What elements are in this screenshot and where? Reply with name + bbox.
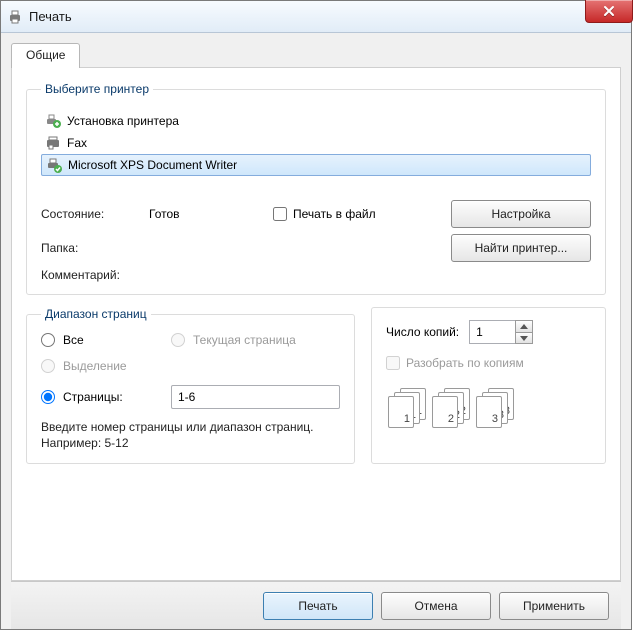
page-stack-icon: 3 3 3 (476, 388, 514, 430)
page-stack-icon: 2 2 2 (432, 388, 470, 430)
print-dialog: Печать Общие Выберите принтер Установка … (0, 0, 632, 630)
printer-item-label: Fax (67, 136, 87, 150)
printer-group-legend: Выберите принтер (41, 82, 153, 96)
dialog-body: Общие Выберите принтер Установка принтер… (1, 33, 631, 629)
print-to-file-label: Печать в файл (293, 207, 376, 221)
range-all-radio[interactable] (41, 333, 55, 347)
printer-item-add[interactable]: Установка принтера (41, 110, 591, 132)
range-selection-radio (41, 359, 55, 373)
printer-item-label: Microsoft XPS Document Writer (68, 158, 237, 172)
printer-icon (7, 9, 23, 25)
page-range-group: Диапазон страниц Все Текущая страница (26, 307, 355, 464)
copies-input[interactable] (469, 320, 515, 344)
printer-ok-icon (46, 157, 62, 173)
fax-icon (45, 135, 61, 151)
copies-spinner[interactable] (469, 320, 533, 344)
status-value: Готов (149, 207, 265, 221)
pages-input[interactable] (171, 385, 340, 409)
printer-item-fax[interactable]: Fax (41, 132, 591, 154)
cancel-button[interactable]: Отмена (381, 592, 491, 620)
range-pages-label: Страницы: (63, 390, 123, 404)
range-pages-radio[interactable] (41, 390, 55, 404)
tabpanel-general: Выберите принтер Установка принтера Fax (11, 67, 621, 581)
print-to-file-input[interactable] (273, 207, 287, 221)
range-selection: Выделение (41, 359, 161, 373)
range-current-label: Текущая страница (193, 333, 296, 347)
printer-item-label: Установка принтера (67, 114, 179, 128)
add-printer-icon (45, 113, 61, 129)
range-current: Текущая страница (171, 333, 340, 347)
close-button[interactable] (585, 0, 633, 23)
range-current-radio (171, 333, 185, 347)
collate-illustration: 1 1 1 2 2 2 3 3 3 (386, 388, 591, 430)
status-label: Состояние: (41, 207, 141, 221)
printer-list[interactable]: Установка принтера Fax Microsoft XPS Doc… (41, 108, 591, 194)
dialog-footer: Печать Отмена Применить (11, 581, 621, 629)
range-selection-label: Выделение (63, 359, 127, 373)
copies-down[interactable] (515, 332, 533, 344)
pages-hint: Введите номер страницы или диапазон стра… (41, 419, 340, 451)
collate-label: Разобрать по копиям (406, 356, 524, 370)
collate-input (386, 356, 400, 370)
titlebar: Печать (1, 1, 631, 33)
page-stack-icon: 1 1 1 (388, 388, 426, 430)
copies-up[interactable] (515, 320, 533, 332)
folder-label: Папка: (41, 241, 141, 255)
page-range-legend: Диапазон страниц (41, 307, 151, 321)
range-all-label: Все (63, 333, 84, 347)
tabstrip: Общие (11, 43, 621, 68)
print-to-file-checkbox[interactable]: Печать в файл (273, 207, 443, 221)
collate-checkbox: Разобрать по копиям (386, 356, 591, 370)
find-printer-button[interactable]: Найти принтер... (451, 234, 591, 262)
print-button[interactable]: Печать (263, 592, 373, 620)
window-title: Печать (29, 9, 72, 24)
printer-group: Выберите принтер Установка принтера Fax (26, 82, 606, 295)
range-pages[interactable]: Страницы: (41, 390, 161, 404)
settings-button[interactable]: Настройка (451, 200, 591, 228)
range-all[interactable]: Все (41, 333, 161, 347)
printer-item-xps[interactable]: Microsoft XPS Document Writer (41, 154, 591, 176)
comment-label: Комментарий: (41, 268, 141, 282)
tab-general[interactable]: Общие (11, 43, 80, 68)
copies-group: Число копий: Разобрать по копиям (371, 307, 606, 464)
copies-label: Число копий: (386, 325, 459, 339)
apply-button[interactable]: Применить (499, 592, 609, 620)
